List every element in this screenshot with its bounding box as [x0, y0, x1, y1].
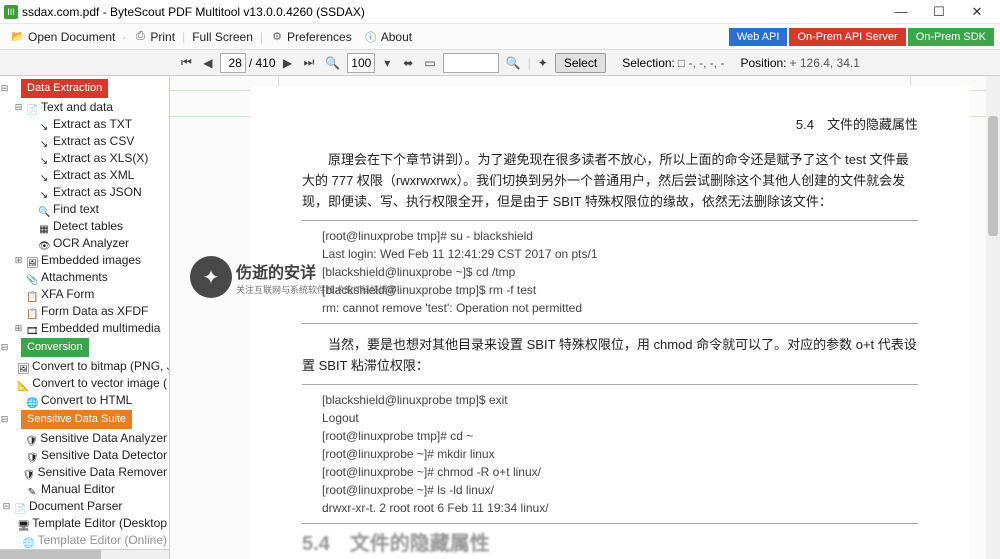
first-page-button[interactable]: ⏮ — [177, 53, 196, 73]
document-vscrollbar[interactable] — [986, 76, 1000, 559]
select-tool-button[interactable]: Select — [555, 53, 606, 73]
minimize-button[interactable]: ― — [882, 0, 920, 24]
attachment-icon: 📎 — [26, 272, 38, 284]
node-manual-editor[interactable]: ✎Manual Editor — [0, 481, 169, 498]
toolbar: ⏮ ◀ / 410 ▶ ⏭ 🔍 ▾ ⬌ ▭ 🔍 | ✦ Select Selec… — [0, 50, 1000, 76]
node-extract-xlsx[interactable]: ↘Extract as XLS(X) — [0, 150, 169, 167]
position-label: Position: — [740, 56, 786, 70]
node-document-parser[interactable]: ⊟📄Document Parser — [0, 498, 169, 515]
selection-value: □ -, -, -, - — [678, 56, 725, 70]
page-input[interactable] — [220, 53, 246, 73]
open-document-button[interactable]: 📂Open Document — [6, 28, 120, 46]
node-extract-txt[interactable]: ↘Extract as TXT — [0, 116, 169, 133]
node-attachments[interactable]: 📎Attachments — [0, 269, 169, 286]
web-api-badge[interactable]: Web API — [729, 28, 788, 46]
paragraph-1: 原理会在下个章节讲到）。为了避免现在很多读者不放心，所以上面的命令还是赋予了这个… — [302, 149, 918, 212]
about-button[interactable]: ⓘAbout — [359, 28, 417, 46]
maximize-button[interactable]: ☐ — [920, 0, 958, 24]
selection-label: Selection: — [622, 56, 675, 70]
close-button[interactable]: ✕ — [958, 0, 996, 24]
last-page-button[interactable]: ⏭ — [300, 53, 319, 73]
node-convert-vector[interactable]: 📐Convert to vector image ( — [0, 375, 169, 392]
watermark-logo-icon: ✦ — [190, 256, 232, 298]
prev-page-button[interactable]: ◀ — [199, 53, 217, 73]
zoom-out-button[interactable]: 🔍 — [321, 53, 344, 73]
node-sdd[interactable]: 🛡Sensitive Data Detector — [0, 447, 169, 464]
code-block-2: [blackshield@linuxprobe tmp]$ exitLogout… — [302, 384, 918, 524]
node-embedded-multimedia[interactable]: ⊞🎞Embedded multimedia — [0, 320, 169, 337]
preferences-button[interactable]: ⚙Preferences — [265, 28, 357, 46]
node-sdr[interactable]: 🛡Sensitive Data Remover — [0, 464, 169, 481]
position-value: + 126.4, 34.1 — [790, 56, 860, 70]
watermark: ✦ 伤逝的安详关注互联网与系统软件技术的IT科技博客 — [190, 256, 397, 298]
app-icon: III — [4, 5, 18, 19]
onprem-sdk-badge[interactable]: On-Prem SDK — [908, 28, 994, 46]
document-viewport[interactable]: 5.4 文件的隐藏属性 原理会在下个章节讲到）。为了避免现在很多读者不放心，所以… — [170, 76, 1000, 559]
search-icon: 🔍 — [38, 204, 50, 216]
section-data-extraction[interactable]: Data Extraction — [21, 79, 108, 98]
sidebar: ⊟Data Extraction ⊟📄Text and data ↘Extrac… — [0, 76, 170, 559]
document-icon: 📄 — [26, 102, 38, 114]
gear-icon: ⚙ — [270, 30, 284, 44]
node-template-desktop[interactable]: 🖥Template Editor (Desktop — [0, 515, 169, 532]
node-xfa-form[interactable]: 📋XFA Form — [0, 286, 169, 303]
folder-open-icon: 📂 — [11, 30, 25, 44]
shield-icon: 🛡 — [25, 433, 37, 445]
node-extract-csv[interactable]: ↘Extract as CSV — [0, 133, 169, 150]
node-find-text[interactable]: 🔍Find text — [0, 201, 169, 218]
print-icon: ⎙ — [133, 30, 147, 44]
fullscreen-button[interactable]: Full Screen — [187, 28, 258, 46]
node-embedded-images[interactable]: ⊞🖼Embedded images — [0, 252, 169, 269]
node-extract-json[interactable]: ↘Extract as JSON — [0, 184, 169, 201]
pdf-page: 5.4 文件的隐藏属性 原理会在下个章节讲到）。为了避免现在很多读者不放心，所以… — [250, 86, 970, 559]
section-sensitive-data[interactable]: Sensitive Data Suite — [21, 410, 132, 429]
fit-page-button[interactable]: ▭ — [420, 53, 439, 73]
fit-width-button[interactable]: ⬌ — [399, 53, 417, 73]
node-extract-xml[interactable]: ↘Extract as XML — [0, 167, 169, 184]
node-detect-tables[interactable]: ▦Detect tables — [0, 218, 169, 235]
next-section-heading: 5.4 文件的隐藏属性 — [302, 534, 918, 555]
section-heading: 5.4 文件的隐藏属性 — [302, 114, 918, 135]
onprem-server-badge[interactable]: On-Prem API Server — [789, 28, 905, 46]
node-ocr-analyzer[interactable]: 👁OCR Analyzer — [0, 235, 169, 252]
window-title: ssdax.com.pdf - ByteScout PDF Multitool … — [22, 5, 882, 19]
node-convert-bitmap[interactable]: 🖼Convert to bitmap (PNG, J — [0, 358, 169, 375]
zoom-input[interactable] — [347, 53, 375, 73]
info-icon: ⓘ — [364, 30, 378, 44]
node-form-xfdf[interactable]: 📋Form Data as XFDF — [0, 303, 169, 320]
titlebar: III ssdax.com.pdf - ByteScout PDF Multit… — [0, 0, 1000, 24]
node-convert-html[interactable]: 🌐Convert to HTML — [0, 392, 169, 409]
node-template-online[interactable]: 🌐Template Editor (Online) — [0, 532, 169, 549]
node-sda[interactable]: 🛡Sensitive Data Analyzer — [0, 430, 169, 447]
next-page-button[interactable]: ▶ — [279, 53, 297, 73]
paragraph-2: 当然，要是也想对其他目录来设置 SBIT 特殊权限位，用 chmod 命令就可以… — [302, 334, 918, 376]
node-text-and-data[interactable]: ⊟📄Text and data — [0, 99, 169, 116]
sidebar-hscrollbar[interactable] — [0, 549, 169, 559]
search-input[interactable] — [443, 53, 499, 73]
menubar: 📂Open Document · ⎙Print | Full Screen | … — [0, 24, 1000, 50]
section-conversion[interactable]: Conversion — [21, 338, 89, 357]
pointer-tool-button[interactable]: ✦ — [534, 53, 552, 73]
search-button[interactable]: 🔍 — [502, 53, 525, 73]
page-total: / 410 — [249, 56, 276, 70]
print-button[interactable]: ⎙Print — [128, 28, 180, 46]
